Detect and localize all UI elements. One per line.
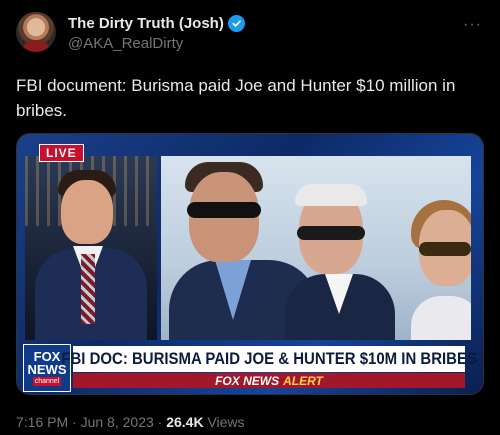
headline-bar: FBI DOC: BURISMA PAID JOE & HUNTER $10M … (61, 346, 477, 372)
author-avatar[interactable] (16, 12, 56, 52)
views-count: 26.4K (166, 414, 204, 430)
alert-brand: FOX NEWS (215, 373, 280, 388)
author-name[interactable]: The Dirty Truth (Josh) (68, 15, 224, 32)
person-3-sunglasses (419, 242, 471, 256)
verified-badge-icon (227, 15, 245, 32)
person-3-outfit (411, 296, 471, 340)
live-badge: LIVE (39, 144, 84, 162)
author-name-line: The Dirty Truth (Josh) (68, 15, 245, 32)
views-label: Views (207, 414, 245, 430)
person-2-sunglasses (297, 226, 365, 240)
anchor-tie (81, 254, 95, 324)
tweet-text: FBI document: Burisma paid Joe and Hunte… (16, 76, 456, 120)
person-1-sunglasses (187, 202, 261, 218)
tweet-time[interactable]: 7:16 PM (16, 414, 68, 430)
tweet-date[interactable]: Jun 8, 2023 (81, 414, 154, 430)
tweet-header: The Dirty Truth (Josh) @AKA_RealDirty ··… (16, 12, 484, 60)
anchor-video-pane (25, 156, 157, 340)
tweet-meta: 7:16 PM · Jun 8, 2023 · 26.4K Views (16, 414, 245, 430)
person-2-hair (295, 184, 367, 206)
meta-separator: · (72, 414, 77, 430)
alert-bar: FOX NEWS ALERT (73, 373, 465, 388)
more-options-icon[interactable]: ··· (463, 16, 482, 34)
anchor-face (61, 180, 113, 244)
avatar-shirt (22, 40, 50, 52)
author-handle[interactable]: @AKA_RealDirty (68, 35, 183, 52)
news-headline: FBI DOC: BURISMA PAID JOE & HUNTER $10M … (61, 349, 477, 368)
news-lower-third: FOX NEWS channel FBI DOC: BURISMA PAID J… (23, 344, 477, 392)
tweet-media[interactable]: LIVE FOX NEWS channel FBI DOC: BURISMA P… (16, 133, 484, 395)
field-video-pane (161, 156, 471, 340)
logo-line-3: channel (32, 377, 62, 386)
alert-word: ALERT (283, 373, 323, 388)
meta-separator-2: · (157, 414, 163, 430)
